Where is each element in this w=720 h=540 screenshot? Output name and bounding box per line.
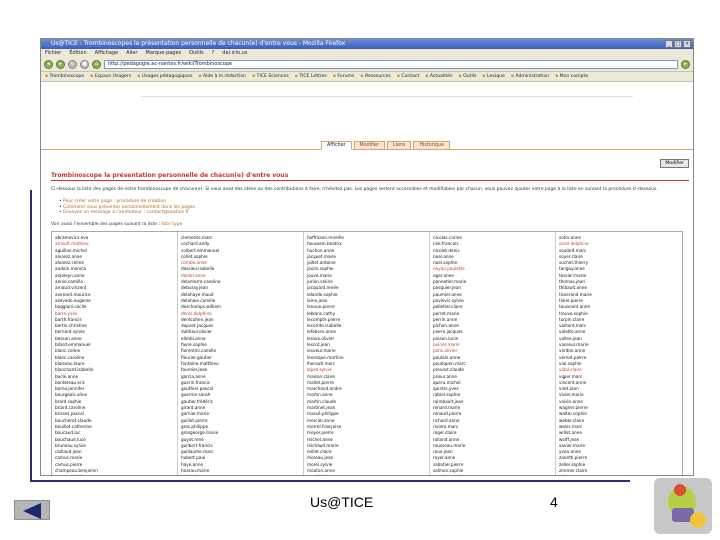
- see-also-link[interactable]: liste type: [161, 222, 182, 227]
- slide-frame-horizontal: [30, 480, 630, 482]
- slide: Us@TICE : Trombinoscopes la présentation…: [0, 0, 720, 540]
- tab-liens[interactable]: Liens: [386, 141, 412, 150]
- navigation-toolbar: ◂ ▸ ↻ ■ ⌂ http://pedagogie.ac-nantes.fr/…: [41, 58, 693, 72]
- page-header-strip: [141, 83, 633, 97]
- back-icon[interactable]: ◂: [44, 60, 53, 69]
- tab-historique[interactable]: Historique: [413, 141, 451, 150]
- menu-item[interactable]: ?: [212, 49, 215, 58]
- bookmark-item[interactable]: Forums: [333, 72, 354, 81]
- close-icon[interactable]: ×: [683, 40, 691, 48]
- menu-bar: Fichier Édition Affichage Aller Marque-pages…: [41, 49, 693, 58]
- title-rule: [51, 180, 689, 181]
- bookmark-item[interactable]: Administration: [511, 72, 549, 81]
- person-link[interactable]: castagne.thierry: [55, 474, 177, 475]
- grid-column: abramovicz.eva arnoult.mathieu aguillon.mi…: [52, 232, 178, 475]
- person-link[interactable]: hubert.jean: [181, 474, 303, 475]
- menu-item[interactable]: Édition: [69, 49, 86, 58]
- grid-column: clemente.marc cochard.andy colbert.emmanue…: [178, 232, 304, 475]
- bookmark-item[interactable]: TICE Lettres: [295, 72, 327, 81]
- maximize-icon[interactable]: □: [674, 40, 682, 48]
- back-arrow-button[interactable]: [14, 500, 50, 520]
- bookmarks-toolbar: Trombinoscope Espace Usagers Usages pédago…: [41, 72, 693, 82]
- window-title: Us@TICE : Trombinoscopes la présentation…: [51, 40, 346, 47]
- bookmark-item[interactable]: Ressources: [360, 72, 391, 81]
- arrow-left-icon: [23, 503, 41, 519]
- slide-frame-vertical: [30, 190, 32, 482]
- bookmark-item[interactable]: TICE Sciences: [252, 72, 289, 81]
- menu-item[interactable]: del.icio.us: [222, 49, 247, 58]
- browser-window-screenshot: Us@TICE : Trombinoscopes la présentation…: [40, 38, 694, 476]
- forward-icon[interactable]: ▸: [56, 60, 65, 69]
- go-icon[interactable]: ▸: [681, 60, 690, 69]
- grid-column: nicolas.carine niel.francois nicolet.denis…: [430, 232, 556, 475]
- bookmark-item[interactable]: Outils: [459, 72, 476, 81]
- minimize-icon[interactable]: _: [665, 40, 673, 48]
- menu-item[interactable]: Affichage: [95, 49, 119, 58]
- stop-icon[interactable]: ■: [80, 60, 89, 69]
- person-link[interactable]: sanchez.marie: [433, 474, 555, 475]
- grid-column: sotin.anne sorel.delphine soulard.marc soye…: [556, 232, 682, 475]
- bookmark-item[interactable]: Mon compte: [555, 72, 589, 81]
- person-link[interactable]: moulin.pierre: [307, 474, 429, 475]
- bookmark-item[interactable]: Aide à la rédaction: [198, 72, 246, 81]
- menu-item[interactable]: Aller: [126, 49, 137, 58]
- trombinoscope-grid: abramovicz.eva arnoult.mathieu aguillon.mi…: [51, 231, 683, 475]
- page-intro: Ci-dessous la liste des pages de notre t…: [51, 187, 658, 192]
- see-also: Voir aussi l'ensemble des pages suivant …: [51, 222, 183, 227]
- bullet-list: • Pour créer votre page : procédure de c…: [59, 199, 195, 216]
- page-tabs: Afficher Modifier Liens Historique: [321, 141, 451, 150]
- bookmark-item[interactable]: Usages pédagogiques: [137, 72, 193, 81]
- tab-afficher[interactable]: Afficher: [321, 141, 352, 150]
- mascot-icon: [654, 478, 712, 534]
- page-title: Trombinoscope la présentation personnell…: [51, 172, 289, 179]
- bullet-item[interactable]: • Envoyez un message à l'animateur : con…: [59, 210, 195, 216]
- home-icon[interactable]: ⌂: [92, 60, 101, 69]
- bookmark-item[interactable]: Contact: [397, 72, 419, 81]
- url-input[interactable]: http://pedagogie.ac-nantes.fr/wiki/Tromb…: [104, 60, 678, 69]
- bookmark-item[interactable]: Espace Usagers: [90, 72, 131, 81]
- bookmark-item[interactable]: Lexique: [482, 72, 505, 81]
- menu-item[interactable]: Marque-pages: [146, 49, 182, 58]
- page-number: 4: [550, 494, 558, 510]
- reload-icon[interactable]: ↻: [68, 60, 77, 69]
- menu-item[interactable]: Outils: [189, 49, 203, 58]
- bookmark-item[interactable]: Actualités: [425, 72, 453, 81]
- menu-item[interactable]: Fichier: [45, 49, 61, 58]
- grid-column: hoffmann.mireille houssein.beatrix huchon.…: [304, 232, 430, 475]
- tab-modifier[interactable]: Modifier: [353, 141, 385, 150]
- page-content: Afficher Modifier Liens Historique Modif…: [41, 83, 693, 475]
- bookmark-item[interactable]: Trombinoscope: [45, 72, 85, 81]
- modify-button[interactable]: Modifier: [660, 159, 689, 168]
- footer-label: Us@TICE: [310, 494, 374, 510]
- window-titlebar: Us@TICE : Trombinoscopes la présentation…: [41, 39, 693, 49]
